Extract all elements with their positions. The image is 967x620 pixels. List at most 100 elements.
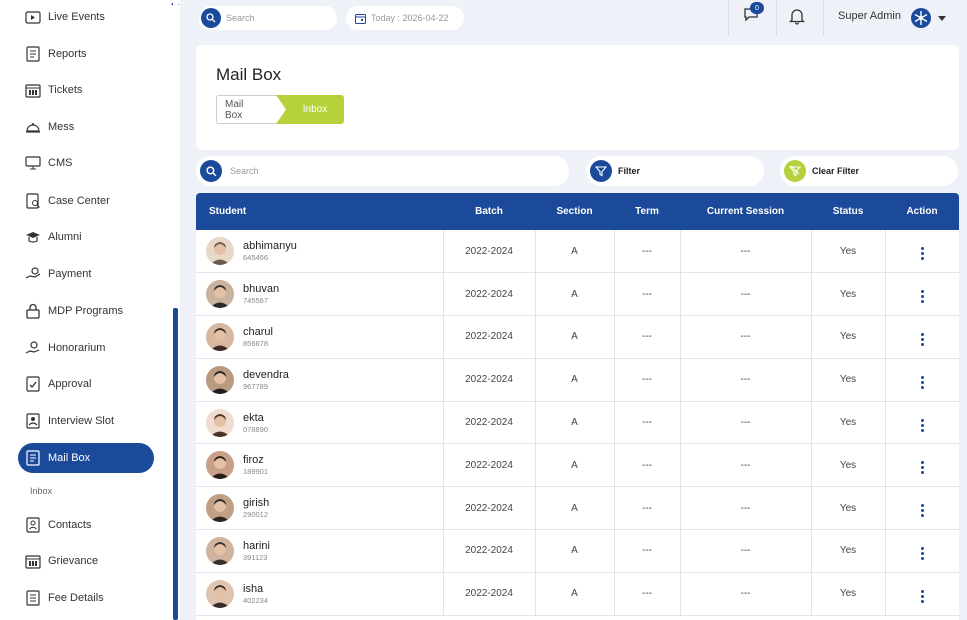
- student-name: abhimanyu: [243, 240, 297, 253]
- cell-action: [885, 529, 959, 573]
- table-row[interactable]: firoz 189901 2022-2024 A --- --- Yes: [196, 443, 959, 488]
- fee-icon: [24, 589, 42, 607]
- sidebar-item-case-center[interactable]: Case Center: [18, 186, 154, 216]
- cell-term: ---: [614, 358, 681, 402]
- sidebar-item-approval[interactable]: Approval: [18, 369, 154, 399]
- more-actions-icon[interactable]: [920, 375, 924, 389]
- students-table: Student Batch Section Term Current Sessi…: [196, 193, 959, 620]
- sidebar-item-alumni[interactable]: Alumni: [18, 222, 154, 252]
- student-name: charul: [243, 325, 273, 338]
- cell-action: [885, 572, 959, 616]
- student-name: devendra: [243, 368, 289, 381]
- breadcrumb-inbox[interactable]: Inbox: [276, 95, 344, 124]
- sidebar-item-label: Payment: [48, 268, 92, 280]
- more-actions-icon[interactable]: [920, 589, 924, 603]
- cell-status: Yes: [811, 572, 886, 616]
- user-avatar[interactable]: [911, 8, 931, 28]
- more-actions-icon[interactable]: [920, 332, 924, 346]
- sidebar-item-grievance[interactable]: Grievance: [18, 546, 154, 576]
- table-search-input[interactable]: Search: [230, 166, 259, 176]
- search-icon[interactable]: [201, 8, 221, 28]
- cell-student: charul 856678: [196, 315, 444, 359]
- user-name[interactable]: Super Admin: [838, 10, 901, 22]
- student-info[interactable]: ekta 078890: [196, 408, 443, 437]
- sidebar-item-label: Reports: [48, 48, 87, 60]
- column-header-current-session[interactable]: Current Session: [680, 193, 811, 230]
- column-header-term[interactable]: Term: [614, 193, 680, 230]
- filter-button[interactable]: Filter: [586, 156, 764, 186]
- funnel-icon: [590, 160, 612, 182]
- table-header-row: Student Batch Section Term Current Sessi…: [196, 193, 959, 230]
- cell-batch: 2022-2024: [443, 358, 536, 402]
- student-info[interactable]: isha 402234: [196, 579, 443, 608]
- table-search[interactable]: Search: [196, 156, 569, 186]
- student-name: bhuvan: [243, 283, 280, 296]
- table-row[interactable]: isha 402234 2022-2024 A --- --- Yes: [196, 572, 959, 616]
- notifications-button[interactable]: [788, 7, 807, 25]
- column-header-section[interactable]: Section: [535, 193, 614, 230]
- table-row[interactable]: devendra 967789 2022-2024 A --- --- Yes: [196, 358, 959, 402]
- cell-current-session: ---: [680, 401, 812, 445]
- student-id: 402234: [243, 595, 269, 605]
- cell-section: A: [535, 315, 615, 359]
- sidebar-item-contacts[interactable]: Contacts: [18, 510, 154, 540]
- sidebar-subitem-inbox[interactable]: Inbox: [30, 486, 52, 496]
- cell-status: Yes: [811, 486, 886, 531]
- sidebar-item-live-events[interactable]: Live Events: [18, 2, 154, 32]
- table-row[interactable]: bhuvan 745567 2022-2024 A --- --- Yes: [196, 272, 959, 317]
- sidebar-item-payment[interactable]: Payment: [18, 259, 154, 289]
- student-info[interactable]: girish 290012: [196, 494, 443, 523]
- sidebar-item-label: Alumni: [48, 231, 82, 243]
- clear-funnel-icon: [784, 160, 806, 182]
- table-row[interactable]: harini 391123 2022-2024 A --- --- Yes: [196, 529, 959, 573]
- cell-action: [885, 443, 959, 488]
- sidebar-item-mess[interactable]: Mess: [18, 112, 154, 142]
- student-name: isha: [243, 582, 264, 595]
- search-icon[interactable]: [200, 160, 222, 182]
- student-info[interactable]: bhuvan 745567: [196, 280, 443, 309]
- student-info[interactable]: charul 856678: [196, 322, 443, 351]
- sidebar-item-reports[interactable]: Reports: [18, 39, 154, 69]
- more-actions-icon[interactable]: [920, 546, 924, 560]
- table-row[interactable]: girish 290012 2022-2024 A --- --- Yes: [196, 486, 959, 531]
- column-header-student[interactable]: Student: [196, 193, 443, 230]
- cell-action: [885, 315, 959, 359]
- table-row[interactable]: abhimanyu 645466 2022-2024 A --- --- Yes: [196, 230, 959, 274]
- more-actions-icon[interactable]: [920, 504, 924, 518]
- grievance-icon: [24, 552, 42, 570]
- table-row[interactable]: ekta 078890 2022-2024 A --- --- Yes: [196, 401, 959, 445]
- cell-current-session: ---: [680, 486, 812, 531]
- student-info[interactable]: abhimanyu 645466: [196, 237, 443, 266]
- more-actions-icon[interactable]: [920, 418, 924, 432]
- sidebar-item-fee-details[interactable]: Fee Details: [18, 583, 154, 613]
- sidebar-item-mdp-programs[interactable]: MDP Programs: [18, 296, 154, 326]
- global-search-input[interactable]: Search: [226, 13, 255, 23]
- sidebar-scrollbar-thumb[interactable]: [173, 308, 178, 620]
- mailbox-icon: [24, 449, 42, 467]
- column-header-batch[interactable]: Batch: [443, 193, 535, 230]
- sidebar-item-tickets[interactable]: Tickets: [18, 75, 154, 105]
- contacts-icon: [24, 516, 42, 534]
- more-actions-icon[interactable]: [920, 247, 924, 261]
- student-info[interactable]: harini 391123: [196, 536, 443, 565]
- user-menu-caret-icon[interactable]: [938, 16, 946, 21]
- table-row[interactable]: charul 856678 2022-2024 A --- --- Yes: [196, 315, 959, 359]
- column-header-status[interactable]: Status: [811, 193, 885, 230]
- sidebar-item-label: Contacts: [48, 519, 92, 531]
- cell-student: isha 402234: [196, 572, 444, 616]
- sidebar-item-honorarium[interactable]: Honorarium: [18, 333, 154, 363]
- student-id: 290012: [243, 510, 269, 520]
- column-header-action[interactable]: Action: [885, 193, 959, 230]
- approval-icon: [24, 375, 42, 393]
- clear-filter-button[interactable]: Clear Filter: [780, 156, 958, 186]
- global-search[interactable]: Search: [199, 6, 337, 30]
- breadcrumb-mail-box[interactable]: Mail Box: [216, 95, 278, 124]
- sidebar-item-interview-slot[interactable]: Interview Slot: [18, 406, 154, 436]
- sidebar-item-label: Case Center: [48, 195, 110, 207]
- student-info[interactable]: firoz 189901: [196, 451, 443, 480]
- student-info[interactable]: devendra 967789: [196, 365, 443, 394]
- sidebar-item-mail-box[interactable]: Mail Box: [18, 443, 154, 473]
- sidebar-item-cms[interactable]: CMS: [18, 148, 154, 178]
- more-actions-icon[interactable]: [920, 290, 924, 304]
- more-actions-icon[interactable]: [920, 461, 924, 475]
